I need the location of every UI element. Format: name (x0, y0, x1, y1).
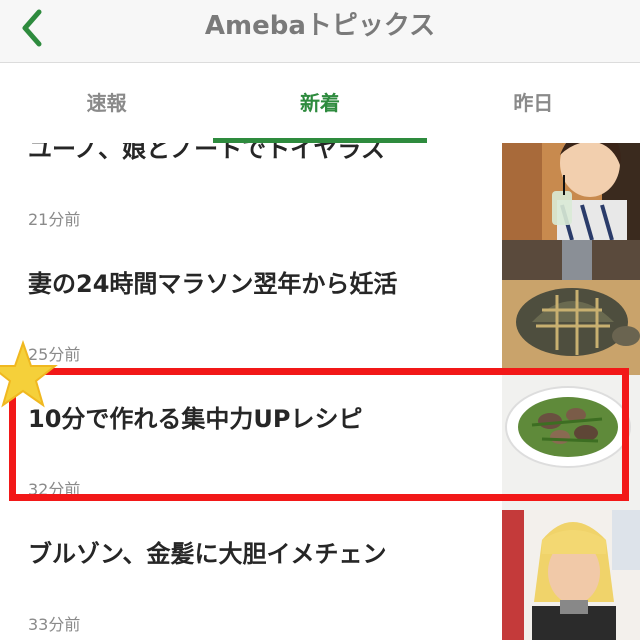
tab-breaking[interactable]: 速報 (0, 63, 213, 143)
article-title: ユーノ、娘とノートでトイヤラス (28, 143, 385, 163)
app-header: Amebaトピックス (0, 0, 640, 63)
list-item[interactable]: ユーノ、娘とノートでトイヤラス 21分前 (0, 143, 640, 241)
list-item[interactable]: 妻の24時間マラソン翌年から妊活 25分前 (0, 240, 640, 376)
article-thumbnail (502, 240, 640, 375)
article-time: 21分前 (28, 210, 81, 229)
tab-yesterday[interactable]: 昨日 (427, 63, 640, 143)
article-title: 妻の24時間マラソン翌年から妊活 (28, 270, 398, 298)
tab-label: 新着 (299, 91, 340, 115)
article-thumbnail (502, 375, 640, 510)
article-title: ブルゾン、金髪に大胆イメチェン (28, 540, 387, 568)
article-feed: ユーノ、娘とノートでトイヤラス 21分前 妻の24時間マラソン翌年から妊活 25… (0, 143, 640, 640)
tab-label: 昨日 (513, 91, 554, 115)
article-thumbnail (502, 510, 640, 640)
article-time: 33分前 (28, 615, 81, 634)
article-time: 32分前 (28, 480, 81, 499)
article-time: 25分前 (28, 345, 81, 364)
article-title: 10分で作れる集中力UPレシピ (28, 405, 363, 433)
tab-label: 速報 (86, 91, 127, 115)
article-thumbnail (502, 143, 640, 240)
list-item[interactable]: 10分で作れる集中力UPレシピ 32分前 (0, 375, 640, 511)
tab-new[interactable]: 新着 (213, 63, 427, 143)
list-item[interactable]: ブルゾン、金髪に大胆イメチェン 33分前 (0, 510, 640, 640)
page-title: Amebaトピックス (204, 11, 436, 41)
tab-bar: 速報 新着 昨日 (0, 63, 640, 144)
